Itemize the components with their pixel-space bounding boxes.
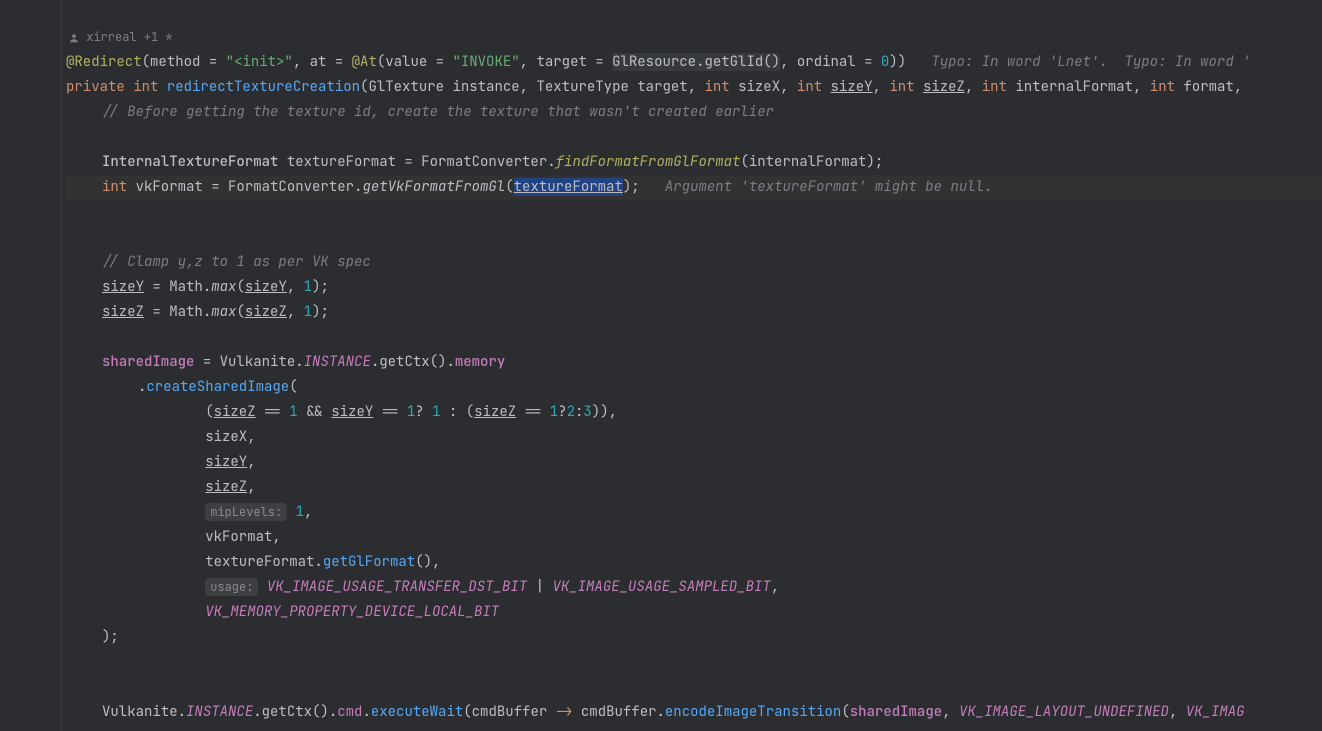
code-line[interactable]: vkFormat, — [66, 525, 1322, 550]
code-line[interactable]: (sizeZ == 1 && sizeY == 1? 1 : (sizeZ ==… — [66, 400, 1322, 425]
code-line[interactable]: sizeZ, — [66, 475, 1322, 500]
code-line[interactable]: int vkFormat = FormatConverter.getVkForm… — [66, 175, 1322, 200]
code-editor[interactable]: xirreal +1 * @Redirect(method = "<init>"… — [0, 0, 1322, 731]
code-line[interactable]: ); — [66, 625, 1322, 650]
code-line[interactable]: // Before getting the texture id, create… — [66, 100, 1322, 125]
blank-line — [66, 200, 1322, 225]
code-line[interactable]: sizeZ = Math.max(sizeZ, 1); — [66, 300, 1322, 325]
code-line[interactable]: InternalTextureFormat textureFormat = Fo… — [66, 150, 1322, 175]
code-line[interactable]: .createSharedImage( — [66, 375, 1322, 400]
blank-line — [66, 325, 1322, 350]
code-line[interactable]: Vulkanite.INSTANCE.getCtx().cmd.executeW… — [66, 700, 1322, 725]
gutter — [0, 0, 62, 731]
code-line[interactable]: sizeY, — [66, 450, 1322, 475]
blank-line — [66, 650, 1322, 675]
comment: // Before getting the texture id, create… — [102, 103, 774, 121]
code-area[interactable]: xirreal +1 * @Redirect(method = "<init>"… — [62, 0, 1322, 731]
code-line[interactable]: @Redirect(method = "<init>", at = @At(va… — [66, 50, 1322, 75]
code-line[interactable]: private int redirectTextureCreation(GlTe… — [66, 75, 1322, 100]
author-annotation[interactable]: xirreal +1 * — [66, 25, 1322, 50]
inspection-hint[interactable]: Argument 'textureFormat' might be null. — [665, 178, 993, 196]
person-icon — [69, 33, 79, 43]
param-hint: mipLevels: — [205, 503, 287, 521]
blank-line — [66, 675, 1322, 700]
code-line[interactable]: textureFormat.getGlFormat(), — [66, 550, 1322, 575]
blank-line — [66, 725, 1322, 731]
code-line[interactable]: sizeY = Math.max(sizeY, 1); — [66, 275, 1322, 300]
param-hint: usage: — [205, 578, 258, 596]
blank-line — [66, 225, 1322, 250]
annotation: @Redirect — [66, 53, 142, 71]
code-line[interactable]: VK_MEMORY_PROPERTY_DEVICE_LOCAL_BIT — [66, 600, 1322, 625]
inspection-hint[interactable]: Typo: In word ' — [1125, 53, 1251, 71]
blank-line — [66, 0, 1322, 25]
code-line[interactable]: // Clamp y,z to 1 as per VK spec — [66, 250, 1322, 275]
blank-line — [66, 125, 1322, 150]
code-line[interactable]: mipLevels: 1, — [66, 500, 1322, 525]
author-text: xirreal +1 * — [86, 29, 172, 45]
code-line[interactable]: usage: VK_IMAGE_USAGE_TRANSFER_DST_BIT |… — [66, 575, 1322, 600]
comment: // Clamp y,z to 1 as per VK spec — [102, 253, 371, 271]
code-line[interactable]: sharedImage = Vulkanite.INSTANCE.getCtx(… — [66, 350, 1322, 375]
inspection-hint[interactable]: Typo: In word 'Lnet'. — [931, 53, 1107, 71]
code-line[interactable]: sizeX, — [66, 425, 1322, 450]
